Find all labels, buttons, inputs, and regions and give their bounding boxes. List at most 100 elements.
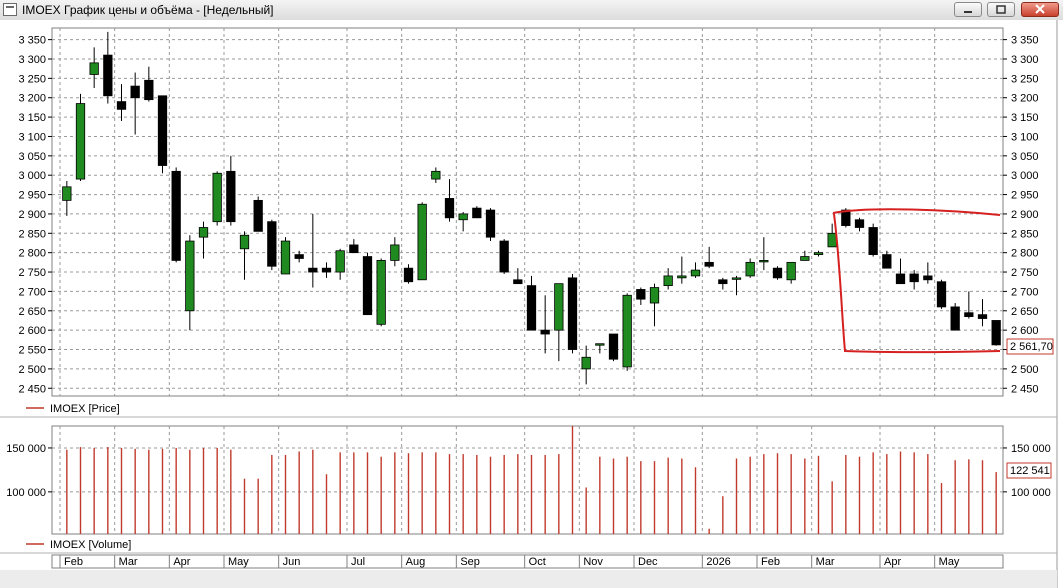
candle-body <box>280 240 291 275</box>
window-title: IMOEX График цены и объёма - [Недельный] <box>22 3 274 17</box>
price-volume-chart: 2 450 2 500 2 550 2 600 2 650 2 700 2 750 2 800… <box>0 20 1063 588</box>
candle-body <box>636 289 646 300</box>
volume-tick-label-right: 100 000 <box>1011 487 1051 499</box>
date-axis <box>51 554 1004 569</box>
candle-body <box>690 269 701 277</box>
price-tick-label-left: 3 350 <box>18 35 46 47</box>
candle-body <box>649 287 660 304</box>
price-tick-label-right: 3 050 <box>1011 151 1039 163</box>
price-tick-label-right: 2 600 <box>1011 325 1039 337</box>
candle-body <box>567 277 578 350</box>
candle-body <box>772 267 783 279</box>
candle-body <box>554 283 564 331</box>
candle-body <box>786 261 796 281</box>
candle-body <box>513 279 523 285</box>
volume-legend-label: IMOEX [Volume] <box>50 539 131 551</box>
candle-body <box>526 285 537 331</box>
month-label: Apr <box>173 556 190 568</box>
candle-body <box>909 273 919 283</box>
candle-body <box>718 279 728 285</box>
month-label: Aug <box>406 556 426 568</box>
candle-body <box>704 261 714 267</box>
month-label: Apr <box>884 556 901 568</box>
close-button[interactable] <box>1021 2 1059 17</box>
price-tick-label-right: 3 000 <box>1011 170 1039 182</box>
month-label: Jul <box>351 556 365 568</box>
price-tick-label-left: 2 900 <box>18 209 46 221</box>
price-tick-label-right: 2 450 <box>1011 383 1039 395</box>
candle-body <box>349 244 359 254</box>
candle-body <box>198 227 209 238</box>
chart-app-icon <box>3 3 17 16</box>
candle-body <box>663 275 673 286</box>
price-tick-label-left: 3 200 <box>18 93 46 105</box>
candle-body <box>294 254 304 259</box>
candle-body <box>335 250 345 273</box>
maximize-button[interactable] <box>987 2 1015 17</box>
volume-tick-label-left: 150 000 <box>6 443 46 455</box>
price-tick-label-right: 2 700 <box>1011 286 1039 298</box>
candle-body <box>89 62 99 75</box>
candle-body <box>239 234 250 250</box>
candle-body <box>144 79 154 101</box>
month-label: Feb <box>64 556 83 568</box>
candle-body <box>253 199 263 232</box>
candle-body <box>130 85 140 99</box>
price-tick-label-right: 3 300 <box>1011 54 1039 66</box>
price-tick-label-left: 2 950 <box>18 190 46 202</box>
month-label: Oct <box>529 556 546 568</box>
candle-body <box>923 275 933 281</box>
price-tick-label-left: 2 450 <box>18 383 46 395</box>
candle-body <box>157 95 168 166</box>
minimize-icon <box>964 11 972 13</box>
candle-body <box>622 294 632 368</box>
candle-body <box>936 281 947 308</box>
candle-body <box>472 207 482 219</box>
horizontal-scrollbar[interactable] <box>0 570 1057 588</box>
month-label: May <box>228 556 249 568</box>
candle-body <box>800 256 810 261</box>
candle-body <box>116 101 127 110</box>
price-tick-label-left: 3 150 <box>18 112 46 124</box>
candle-body <box>212 172 222 223</box>
price-tick-label-right: 3 200 <box>1011 93 1039 105</box>
candle-body <box>950 306 960 331</box>
price-tick-label-right: 3 350 <box>1011 35 1039 47</box>
candle-body <box>745 261 755 277</box>
last-price-label: 2 561,70 <box>1010 341 1053 353</box>
candle-body <box>62 186 72 201</box>
month-label: Mar <box>816 556 835 568</box>
maximize-icon <box>996 5 1006 14</box>
candle-body <box>390 244 400 261</box>
candle-body <box>458 213 468 221</box>
candle-body <box>677 275 687 279</box>
price-tick-label-left: 3 050 <box>18 151 46 163</box>
last-volume-marker: 122 541 <box>1006 462 1052 479</box>
volume-tick-label-left: 100 000 <box>6 487 46 499</box>
price-tick-label-left: 2 550 <box>18 345 46 357</box>
candle-body <box>403 267 414 283</box>
price-tick-label-right: 2 500 <box>1011 364 1039 376</box>
month-label: Jun <box>283 556 301 568</box>
minimize-button[interactable] <box>954 2 982 17</box>
last-price-marker: 2 561,70 <box>1006 338 1054 355</box>
candle-body <box>431 170 441 180</box>
price-tick-label-right: 3 250 <box>1011 73 1039 85</box>
candle-body <box>321 267 332 273</box>
window-titlebar[interactable]: IMOEX График цены и объёма - [Недельный] <box>0 0 1063 21</box>
month-label: Sep <box>460 556 480 568</box>
candle-body <box>417 203 427 281</box>
price-tick-label-left: 2 850 <box>18 228 46 240</box>
candle-body <box>499 240 509 273</box>
price-tick-label-right: 3 150 <box>1011 112 1039 124</box>
price-tick-label-left: 3 000 <box>18 170 46 182</box>
candle-body <box>731 277 742 280</box>
candle-body <box>540 329 550 335</box>
price-tick-label-left: 2 700 <box>18 286 46 298</box>
candle-body <box>977 314 988 319</box>
price-tick-label-right: 3 100 <box>1011 131 1039 143</box>
month-label: Nov <box>583 556 603 568</box>
candle-body <box>964 312 974 317</box>
price-tick-label-right: 2 650 <box>1011 306 1039 318</box>
candle-body <box>882 254 892 269</box>
